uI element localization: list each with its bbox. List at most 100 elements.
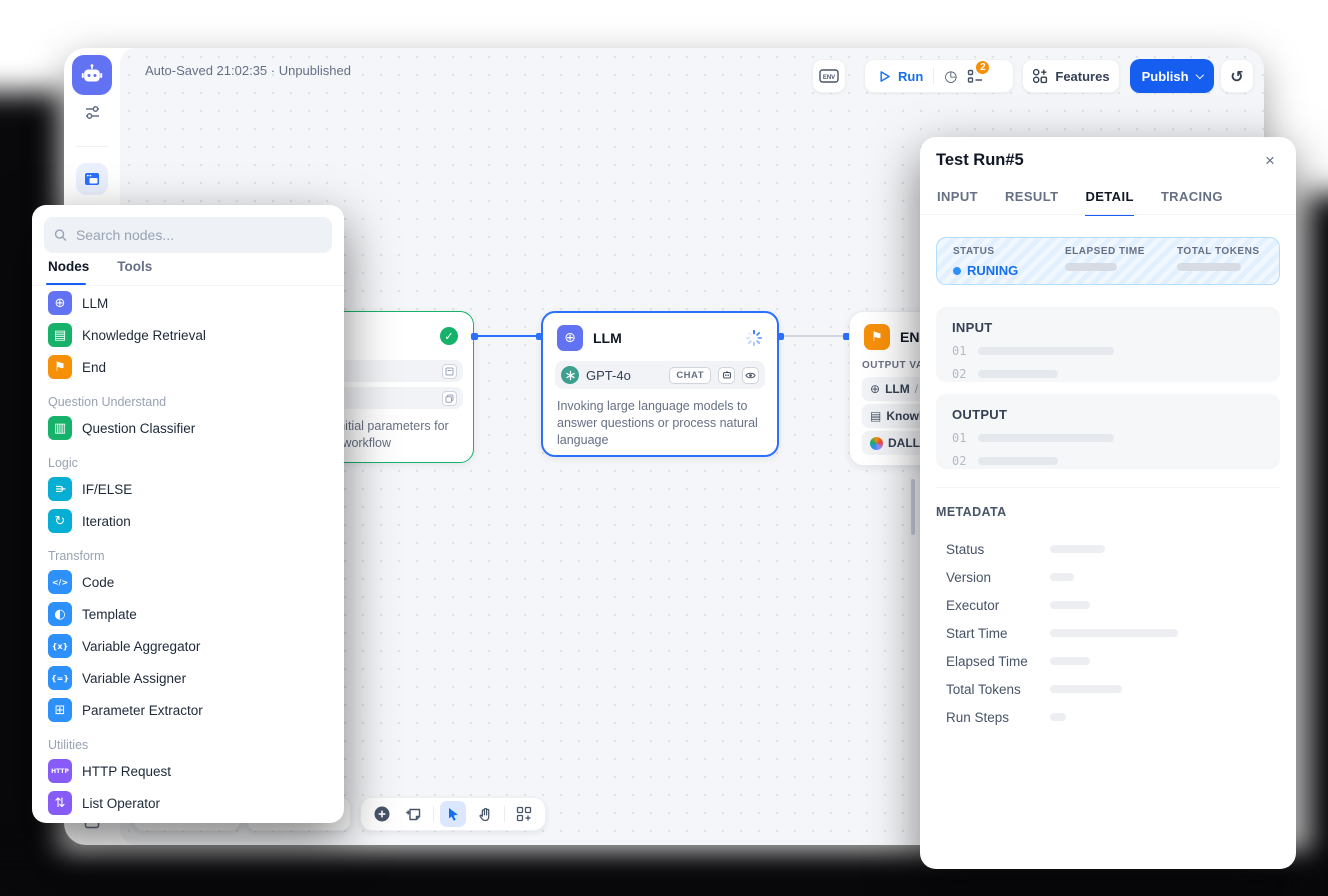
if-else-icon: ⋔ xyxy=(48,477,72,501)
node-list-item[interactable]: ⋔ IF/ELSE xyxy=(32,473,344,505)
node-list-item[interactable]: ⊕LLM xyxy=(32,287,344,319)
node-list-item[interactable]: HTTP HTTP Request xyxy=(32,755,344,787)
organize-blocks-button[interactable] xyxy=(511,801,537,827)
canvas-scrollbar[interactable] xyxy=(911,479,915,535)
run-tab-input[interactable]: INPUT xyxy=(937,189,978,216)
hand-tool-button[interactable] xyxy=(472,801,498,827)
features-button[interactable]: Features xyxy=(1022,59,1120,93)
window-icon xyxy=(83,170,101,188)
edge-start-to-llm xyxy=(476,335,542,337)
backdrop-right xyxy=(1307,194,1328,896)
run-tab-detail[interactable]: DETAIL xyxy=(1085,189,1133,216)
llm-output-port[interactable] xyxy=(777,333,784,340)
close-button[interactable]: × xyxy=(1258,149,1282,173)
node-list-item[interactable]: ⇅List Operator xyxy=(32,787,344,819)
output-title: OUTPUT xyxy=(952,407,1264,422)
workflow-view-button[interactable] xyxy=(76,163,108,195)
history-icon: ↺ xyxy=(1230,67,1243,86)
preferences-button[interactable] xyxy=(76,96,108,128)
node-list-item-label: Template xyxy=(82,607,137,622)
node-list-item-label: Variable Aggregator xyxy=(82,639,200,654)
run-group: Run ◷ 2 xyxy=(864,59,1014,93)
success-check-icon: ✓ xyxy=(440,327,458,345)
metadata-value-placeholder xyxy=(1050,657,1090,665)
tab-tools[interactable]: Tools xyxy=(117,259,152,274)
model-name: GPT-4o xyxy=(586,368,631,383)
add-node-button[interactable] xyxy=(369,801,395,827)
metadata-row: Executor xyxy=(946,591,1276,619)
node-list-item-label: End xyxy=(82,360,106,375)
openai-icon xyxy=(561,366,579,384)
node-list-item[interactable]: {=}Variable Assigner xyxy=(32,662,344,694)
code-icon: </> xyxy=(48,570,72,594)
output-card: OUTPUT 0102 xyxy=(936,394,1280,469)
llm-input-port[interactable] xyxy=(536,333,543,340)
node-list-item[interactable]: ▤Knowledge Retrieval xyxy=(32,319,344,351)
variable-aggregator-icon: {x} xyxy=(48,634,72,658)
metadata-value-placeholder xyxy=(1050,601,1090,609)
total-tokens-placeholder xyxy=(1177,263,1241,271)
node-list-item-label: HTTP Request xyxy=(82,764,171,779)
node-list-item[interactable]: {x} Variable Aggregator xyxy=(32,630,344,662)
node-list-item[interactable]: ▥Question Classifier xyxy=(32,412,344,444)
node-search-input[interactable] xyxy=(74,226,322,244)
metadata-title: METADATA xyxy=(936,505,1007,519)
model-selector[interactable]: GPT-4o CHAT xyxy=(555,361,765,389)
separator: / xyxy=(915,382,918,396)
dalle-icon xyxy=(870,437,883,450)
tab-nodes[interactable]: Nodes xyxy=(48,259,89,274)
node-list-item[interactable]: </>Code xyxy=(32,566,344,598)
node-list-item[interactable]: ⚑ End xyxy=(32,351,344,383)
assistant-chip-icon xyxy=(718,367,735,384)
rail-divider xyxy=(76,146,108,147)
end-icon: ⚑ xyxy=(48,355,72,379)
node-list-item[interactable]: ↻Iteration xyxy=(32,505,344,537)
node-search-box[interactable] xyxy=(44,217,332,253)
checklist-button[interactable]: 2 xyxy=(967,68,984,85)
node-list-item-label: List Operator xyxy=(82,796,160,811)
http-request-icon: HTTP xyxy=(48,759,72,783)
env-icon: ENV xyxy=(819,68,839,84)
node-list-item[interactable]: ⊞Parameter Extractor xyxy=(32,694,344,726)
metadata-label: Start Time xyxy=(946,626,1050,641)
input-title: INPUT xyxy=(952,320,1264,335)
run-history-icon[interactable]: ◷ xyxy=(944,67,957,85)
divider xyxy=(433,806,434,822)
node-group-header: Transform xyxy=(32,546,344,566)
metadata-value-placeholder xyxy=(1050,573,1074,581)
node-group-header: Question Understand xyxy=(32,392,344,412)
status-card: STATUS RUNING ELAPSED TIME TOTAL TOKENS xyxy=(936,237,1280,285)
env-button[interactable]: ENV xyxy=(812,59,846,93)
divider xyxy=(936,487,1280,488)
publish-button[interactable]: Publish xyxy=(1130,59,1214,93)
metadata-label: Version xyxy=(946,570,1050,585)
run-button[interactable]: Run xyxy=(877,69,923,84)
pointer-tool-button[interactable] xyxy=(440,801,466,827)
parameter-extractor-icon: ⊞ xyxy=(48,698,72,722)
llm-icon: ⊕ xyxy=(48,291,72,315)
node-list-item-label: Iteration xyxy=(82,514,131,529)
robot-icon xyxy=(80,63,104,87)
close-icon: × xyxy=(1265,151,1275,171)
llm-node[interactable]: ⊕ LLM xyxy=(541,311,779,457)
plus-circle-icon xyxy=(373,805,391,823)
app-logo[interactable] xyxy=(72,55,112,95)
add-note-button[interactable] xyxy=(401,801,427,827)
canvas-toolbar xyxy=(360,797,546,831)
line-number: 02 xyxy=(952,454,966,468)
node-list-item-label: IF/ELSE xyxy=(82,482,132,497)
run-tab-tracing[interactable]: TRACING xyxy=(1161,189,1223,216)
metadata-label: Status xyxy=(946,542,1050,557)
copy-icon xyxy=(442,391,457,406)
node-list-item[interactable]: ◐Template xyxy=(32,598,344,630)
metadata-value-placeholder xyxy=(1050,685,1122,693)
knowledge-retrieval-icon: ▤ xyxy=(48,323,72,347)
run-tab-result[interactable]: RESULT xyxy=(1005,189,1058,216)
placeholder-row: 02 xyxy=(952,367,1264,381)
knowledge-icon: ▤ xyxy=(870,409,881,423)
line-number: 01 xyxy=(952,344,966,358)
total-tokens-label: TOTAL TOKENS xyxy=(1177,246,1260,257)
version-history-button[interactable]: ↺ xyxy=(1220,59,1254,93)
app-screen: Auto-Saved 21:02:35 · Unpublished ENV Ru… xyxy=(0,0,1328,896)
divider xyxy=(920,214,1296,215)
